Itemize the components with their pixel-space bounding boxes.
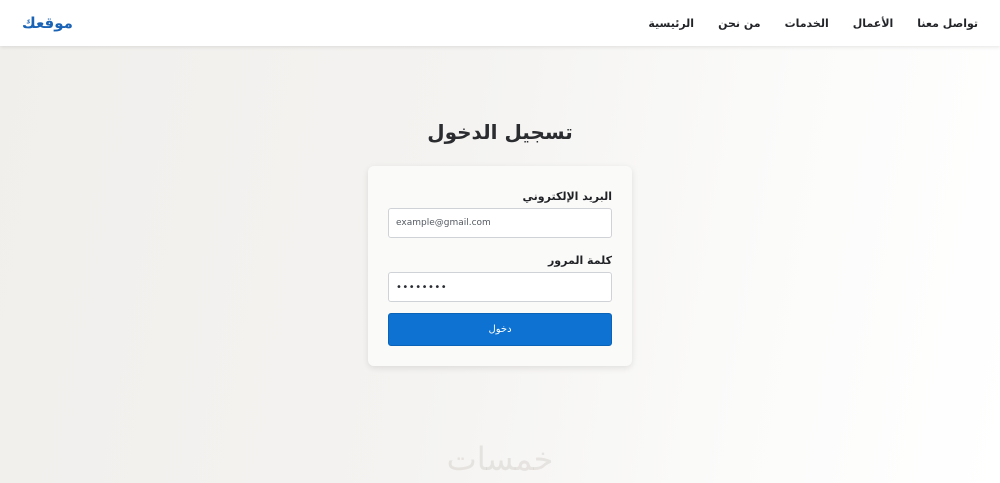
login-button[interactable]: دخول — [388, 313, 612, 346]
top-navbar: موقعك الرئيسية من نحن الخدمات الأعمال تو… — [0, 0, 1000, 46]
nav-contact-link[interactable]: تواصل معنا — [917, 17, 978, 30]
khamsat-watermark: خمسات — [446, 440, 554, 478]
password-label: كلمة المرور — [547, 254, 612, 267]
main-nav: الرئيسية من نحن الخدمات الأعمال تواصل مع… — [648, 17, 978, 30]
nav-home-link[interactable]: الرئيسية — [648, 17, 694, 30]
site-logo[interactable]: موقعك — [22, 14, 73, 32]
nav-about-link[interactable]: من نحن — [718, 17, 761, 30]
password-input[interactable]: •••••••• — [388, 272, 612, 302]
nav-works-link[interactable]: الأعمال — [853, 17, 894, 30]
nav-services-link[interactable]: الخدمات — [785, 17, 829, 30]
email-label: البريد الإلكتروني — [522, 190, 612, 203]
login-form-card: البريد الإلكتروني example@gmail.com كلمة… — [368, 166, 632, 366]
email-input[interactable]: example@gmail.com — [388, 208, 612, 238]
page-title: تسجيل الدخول — [427, 120, 573, 144]
